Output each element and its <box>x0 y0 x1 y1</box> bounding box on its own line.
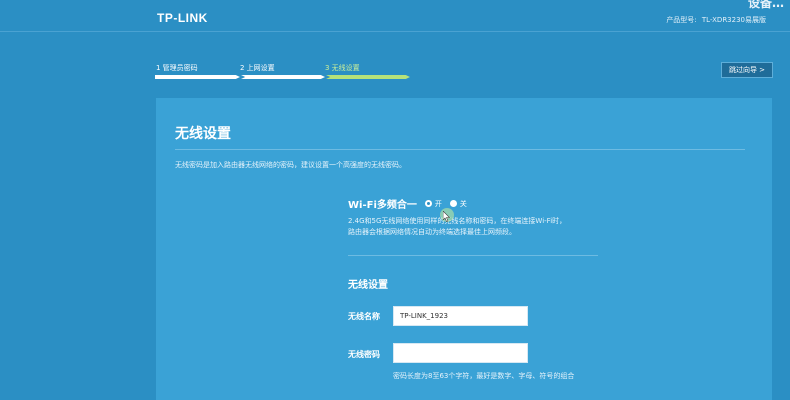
panel-title: 无线设置 <box>175 126 231 142</box>
password-label: 无线密码 <box>348 350 380 359</box>
multiband-label: Wi-Fi多频合一 <box>348 200 417 211</box>
section-divider <box>348 255 598 256</box>
model-label: 产品型号: <box>666 16 697 24</box>
wireless-settings-panel: 无线设置 无线密码是加入路由器无线网络的密码，建议设置一个高强度的无线密码。 W… <box>156 98 772 400</box>
step-admin-password: 1 管理员密码 <box>156 64 198 72</box>
step-wireless-setup: 3 无线设置 <box>325 64 360 72</box>
step-progress-bar-1 <box>155 75 240 79</box>
multiband-off-label: 关 <box>459 199 467 208</box>
multiband-desc-line-2: 路由器会根据网络情况自动为终端选择最佳上网频段。 <box>348 228 516 236</box>
password-input[interactable] <box>393 343 528 363</box>
ssid-label: 无线名称 <box>348 312 380 321</box>
panel-divider <box>175 149 745 150</box>
wireless-section-title: 无线设置 <box>348 280 388 291</box>
radio-checked-icon <box>424 200 432 207</box>
corner-title-fragment: 设备… <box>748 0 785 10</box>
model-value: TL-XDR3230易展版 <box>701 16 766 24</box>
ssid-input[interactable] <box>393 306 528 326</box>
panel-description: 无线密码是加入路由器无线网络的密码，建议设置一个高强度的无线密码。 <box>175 161 406 169</box>
step-progress-bar-2 <box>241 75 325 79</box>
product-model: 产品型号: TL-XDR3230易展版 <box>666 15 766 25</box>
multiband-row: Wi-Fi多频合一 开 关 <box>348 196 475 212</box>
multiband-description: 2.4G和5G无线网络使用同样的无线名称和密码，在终端连接Wi-Fi时， 路由器… <box>348 216 566 238</box>
header-divider <box>0 31 790 32</box>
wizard-page: TP-LINK 设备… 产品型号: TL-XDR3230易展版 1 管理员密码 … <box>0 0 790 400</box>
multiband-off-radio[interactable]: 关 <box>449 199 467 209</box>
password-hint: 密码长度为8至63个字符，最好是数字、字母、符号的组合 <box>393 372 575 380</box>
multiband-on-label: 开 <box>434 199 442 208</box>
step-internet-setup: 2 上网设置 <box>240 64 275 72</box>
tp-link-logo: TP-LINK <box>157 11 208 25</box>
multiband-on-radio[interactable]: 开 <box>424 199 442 209</box>
skip-wizard-button[interactable]: 跳过向导 > <box>721 62 773 78</box>
mouse-cursor-icon <box>443 211 450 222</box>
radio-unchecked-icon <box>449 200 457 207</box>
multiband-desc-line-1: 2.4G和5G无线网络使用同样的无线名称和密码，在终端连接Wi-Fi时， <box>348 217 567 225</box>
step-progress-bar-3 <box>326 75 410 79</box>
